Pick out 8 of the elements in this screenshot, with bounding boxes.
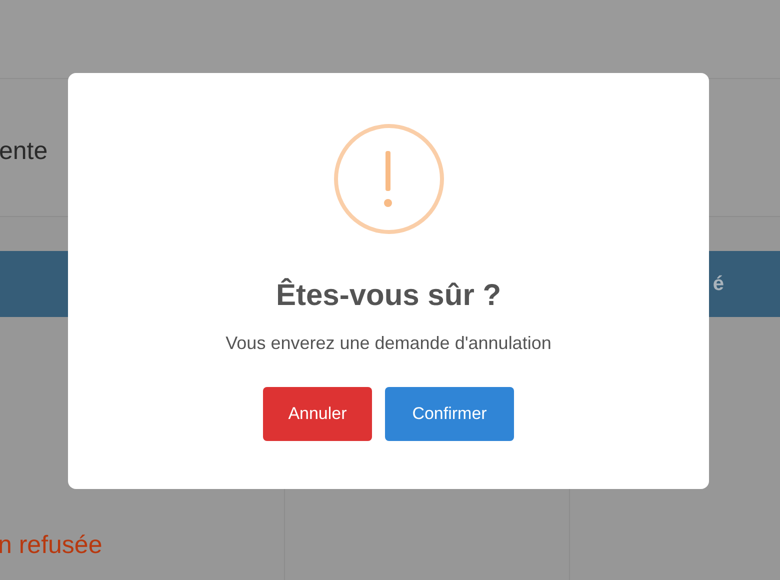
dialog-title: Êtes-vous sûr ? — [276, 279, 502, 313]
cancel-button[interactable]: Annuler — [263, 387, 372, 441]
status-text: n refusée — [0, 531, 102, 560]
page-heading: ente — [0, 136, 48, 166]
warning-icon — [332, 123, 444, 235]
dialog-message: Vous enverez une demande d'annulation — [226, 333, 552, 354]
column-header: é — [712, 272, 724, 296]
confirm-button[interactable]: Confirmer — [385, 387, 514, 441]
